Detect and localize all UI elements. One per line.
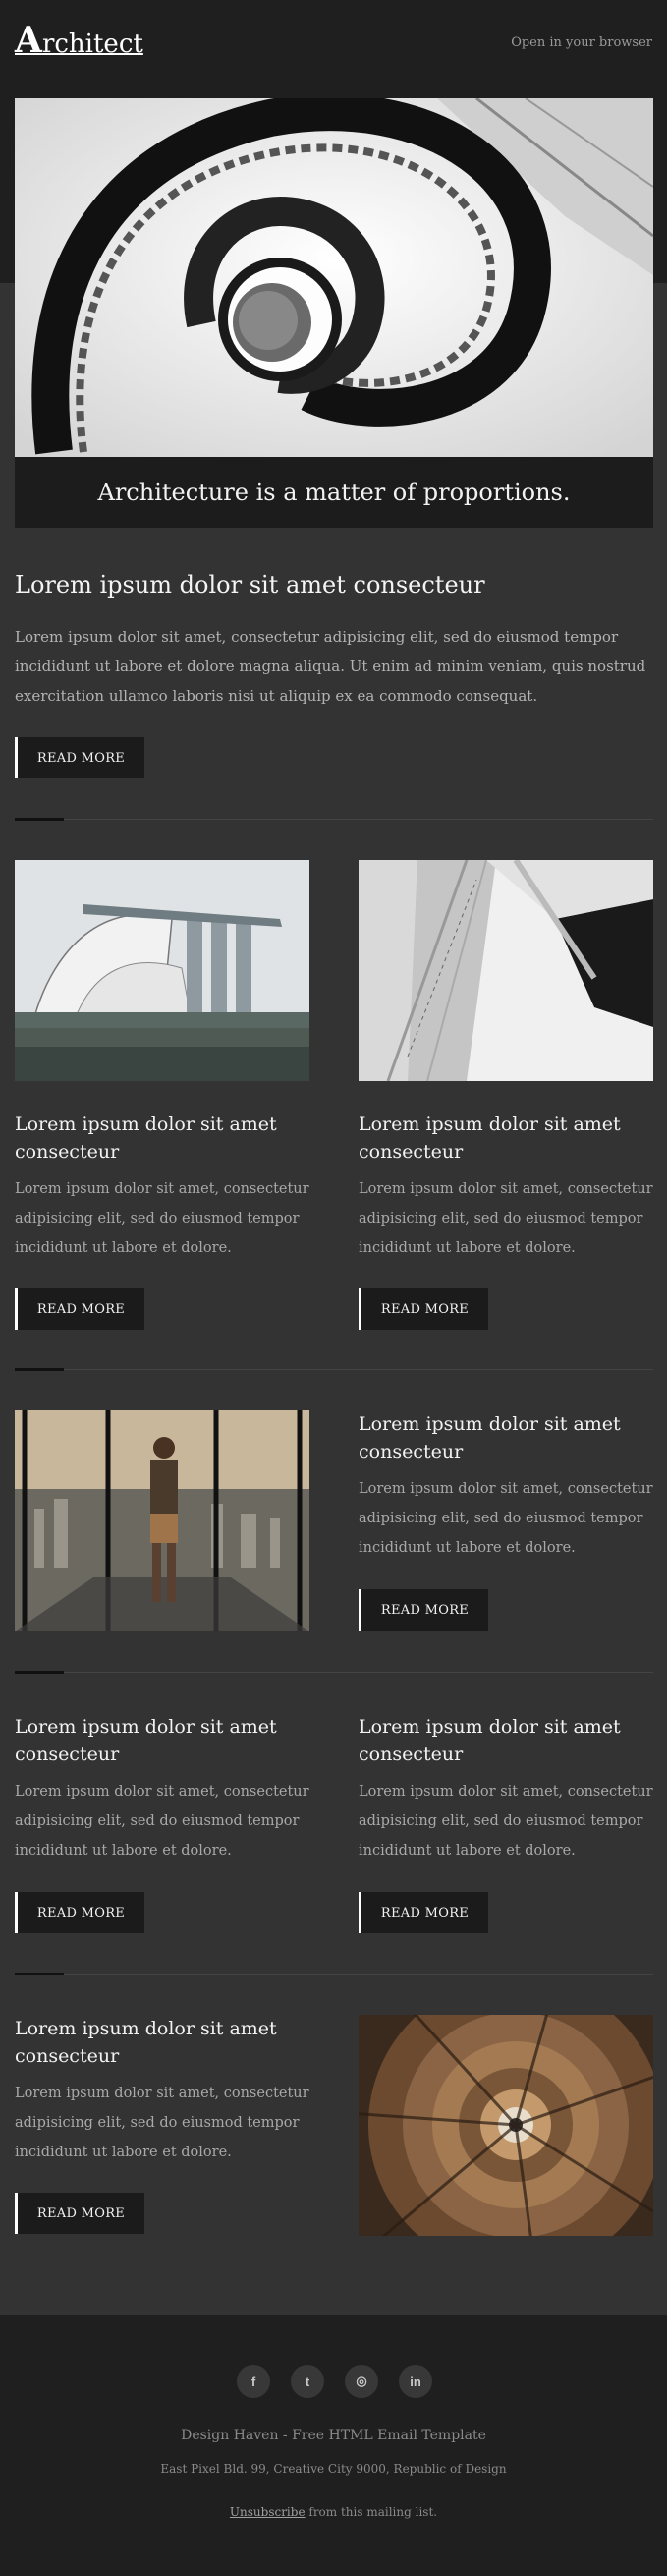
footer-address: East Pixel Bld. 99, Creative City 9000, …	[160, 2462, 507, 2476]
linkedin-icon[interactable]: in	[399, 2365, 432, 2398]
hero-caption: Architecture is a matter of proportions.	[15, 457, 653, 528]
intro-read-more-button[interactable]: READ MORE	[15, 737, 144, 778]
card-read-more-button[interactable]: READ MORE	[359, 1288, 488, 1330]
intro-title: Lorem ipsum dolor sit amet consecteur	[15, 571, 485, 599]
card-read-more-button[interactable]: READ MORE	[359, 1589, 488, 1631]
unsubscribe-link[interactable]: Unsubscribe	[230, 2505, 306, 2519]
facebook-icon[interactable]: f	[237, 2365, 270, 2398]
intro-text: Lorem ipsum dolor sit amet, consectetur …	[15, 628, 646, 705]
card-text: Lorem ipsum dolor sit amet, consectetur …	[15, 1784, 309, 1859]
marina-bay-image	[15, 860, 309, 1081]
footer-brand: Design Haven - Free HTML Email Template	[181, 2428, 486, 2443]
skyscraper-view-image	[15, 1410, 309, 1631]
card-text: Lorem ipsum dolor sit amet, consectetur …	[15, 1181, 309, 1256]
section-divider	[15, 1368, 653, 1371]
card-text: Lorem ipsum dolor sit amet, consectetur …	[15, 2086, 309, 2160]
email-page: Architect Open in your browser Architect…	[0, 0, 667, 2576]
card-title: Lorem ipsum dolor sit amet consecteur	[15, 1716, 277, 1765]
footer	[0, 2315, 667, 2576]
card-read-more-button[interactable]: READ MORE	[15, 1288, 144, 1330]
card-title: Lorem ipsum dolor sit amet consecteur	[15, 2018, 277, 2067]
card-title: Lorem ipsum dolor sit amet consecteur	[359, 1716, 621, 1765]
escalator-image	[359, 860, 653, 1081]
card-title: Lorem ipsum dolor sit amet consecteur	[15, 1114, 277, 1163]
card-read-more-button[interactable]: READ MORE	[15, 1892, 144, 1933]
footer-unsubscribe-line: Unsubscribe from this mailing list.	[229, 2505, 438, 2519]
instagram-icon[interactable]: ◎	[345, 2365, 378, 2398]
card-text: Lorem ipsum dolor sit amet, consectetur …	[359, 1181, 653, 1256]
hero-image	[15, 98, 653, 457]
section-divider	[15, 1671, 653, 1674]
card-text: Lorem ipsum dolor sit amet, consectetur …	[359, 1481, 653, 1556]
open-in-browser-link[interactable]: Open in your browser	[511, 35, 652, 50]
twitter-icon[interactable]: t	[291, 2365, 324, 2398]
section-divider	[15, 818, 653, 821]
card-read-more-button[interactable]: READ MORE	[359, 1892, 488, 1933]
card-read-more-button[interactable]: READ MORE	[15, 2193, 144, 2234]
card-text: Lorem ipsum dolor sit amet, consectetur …	[359, 1784, 653, 1859]
section-divider	[15, 1973, 653, 1975]
card-title: Lorem ipsum dolor sit amet consecteur	[359, 1114, 621, 1163]
spiral-stairs-image	[359, 2015, 653, 2236]
logo[interactable]: Architect	[15, 20, 143, 61]
card-title: Lorem ipsum dolor sit amet consecteur	[359, 1413, 621, 1462]
